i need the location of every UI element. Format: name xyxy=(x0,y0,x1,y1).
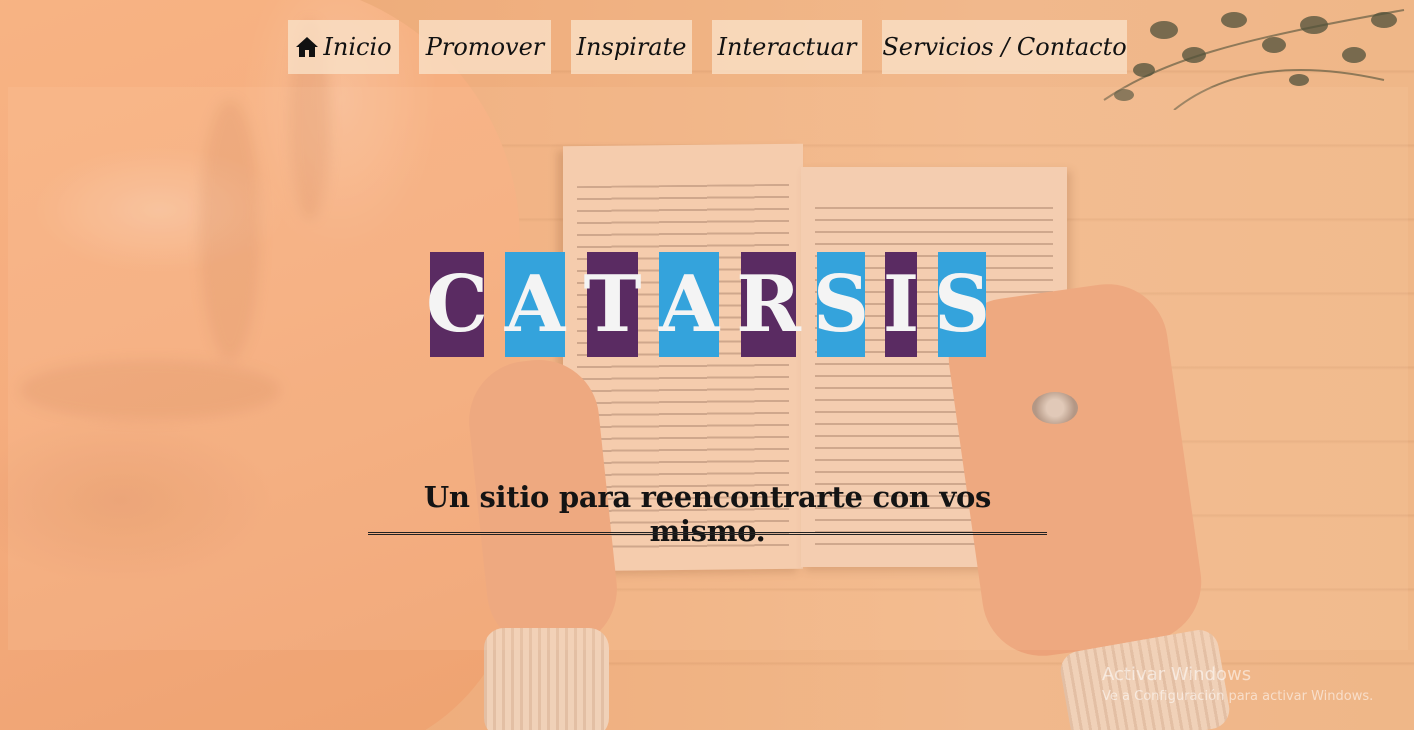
home-icon xyxy=(296,37,319,57)
logo-letter: R xyxy=(736,252,801,357)
logo-letter: A xyxy=(505,252,565,357)
catarsis-logo: C A T A R S I S xyxy=(0,252,1414,357)
hero-background-image xyxy=(0,0,1414,730)
nav-item-label: Inicio xyxy=(323,33,392,61)
logo-letter: T xyxy=(583,252,642,357)
nav-item-label: Servicios / Contacto xyxy=(882,33,1127,61)
nav-item-label: Inspirate xyxy=(576,33,687,61)
nav-item-label: Interactuar xyxy=(717,33,857,61)
logo-letter: S xyxy=(934,252,990,357)
nav-item-interactuar[interactable]: Interactuar xyxy=(712,20,862,74)
windows-activation-title: Activar Windows xyxy=(1102,664,1252,685)
logo-letter: A xyxy=(659,252,719,357)
nav-item-inicio[interactable]: Inicio xyxy=(288,20,399,74)
logo-letter: C xyxy=(426,252,488,357)
nav-item-promover[interactable]: Promover xyxy=(419,20,551,74)
hero-tagline: Un sitio para reencontrarte con vos mism… xyxy=(423,480,992,548)
nav-item-inspirate[interactable]: Inspirate xyxy=(571,20,692,74)
tagline-underline xyxy=(368,532,1047,535)
main-nav: Inicio Promover Inspirate Interactuar Se… xyxy=(0,20,1414,74)
nav-item-servicios-contacto[interactable]: Servicios / Contacto xyxy=(882,20,1127,74)
logo-letter: S xyxy=(813,252,869,357)
logo-letter: I xyxy=(883,252,919,357)
nav-item-label: Promover xyxy=(425,33,545,61)
content-overlay-panel xyxy=(8,87,1408,650)
windows-activation-subtitle: Ve a Configuración para activar Windows. xyxy=(1102,689,1374,704)
